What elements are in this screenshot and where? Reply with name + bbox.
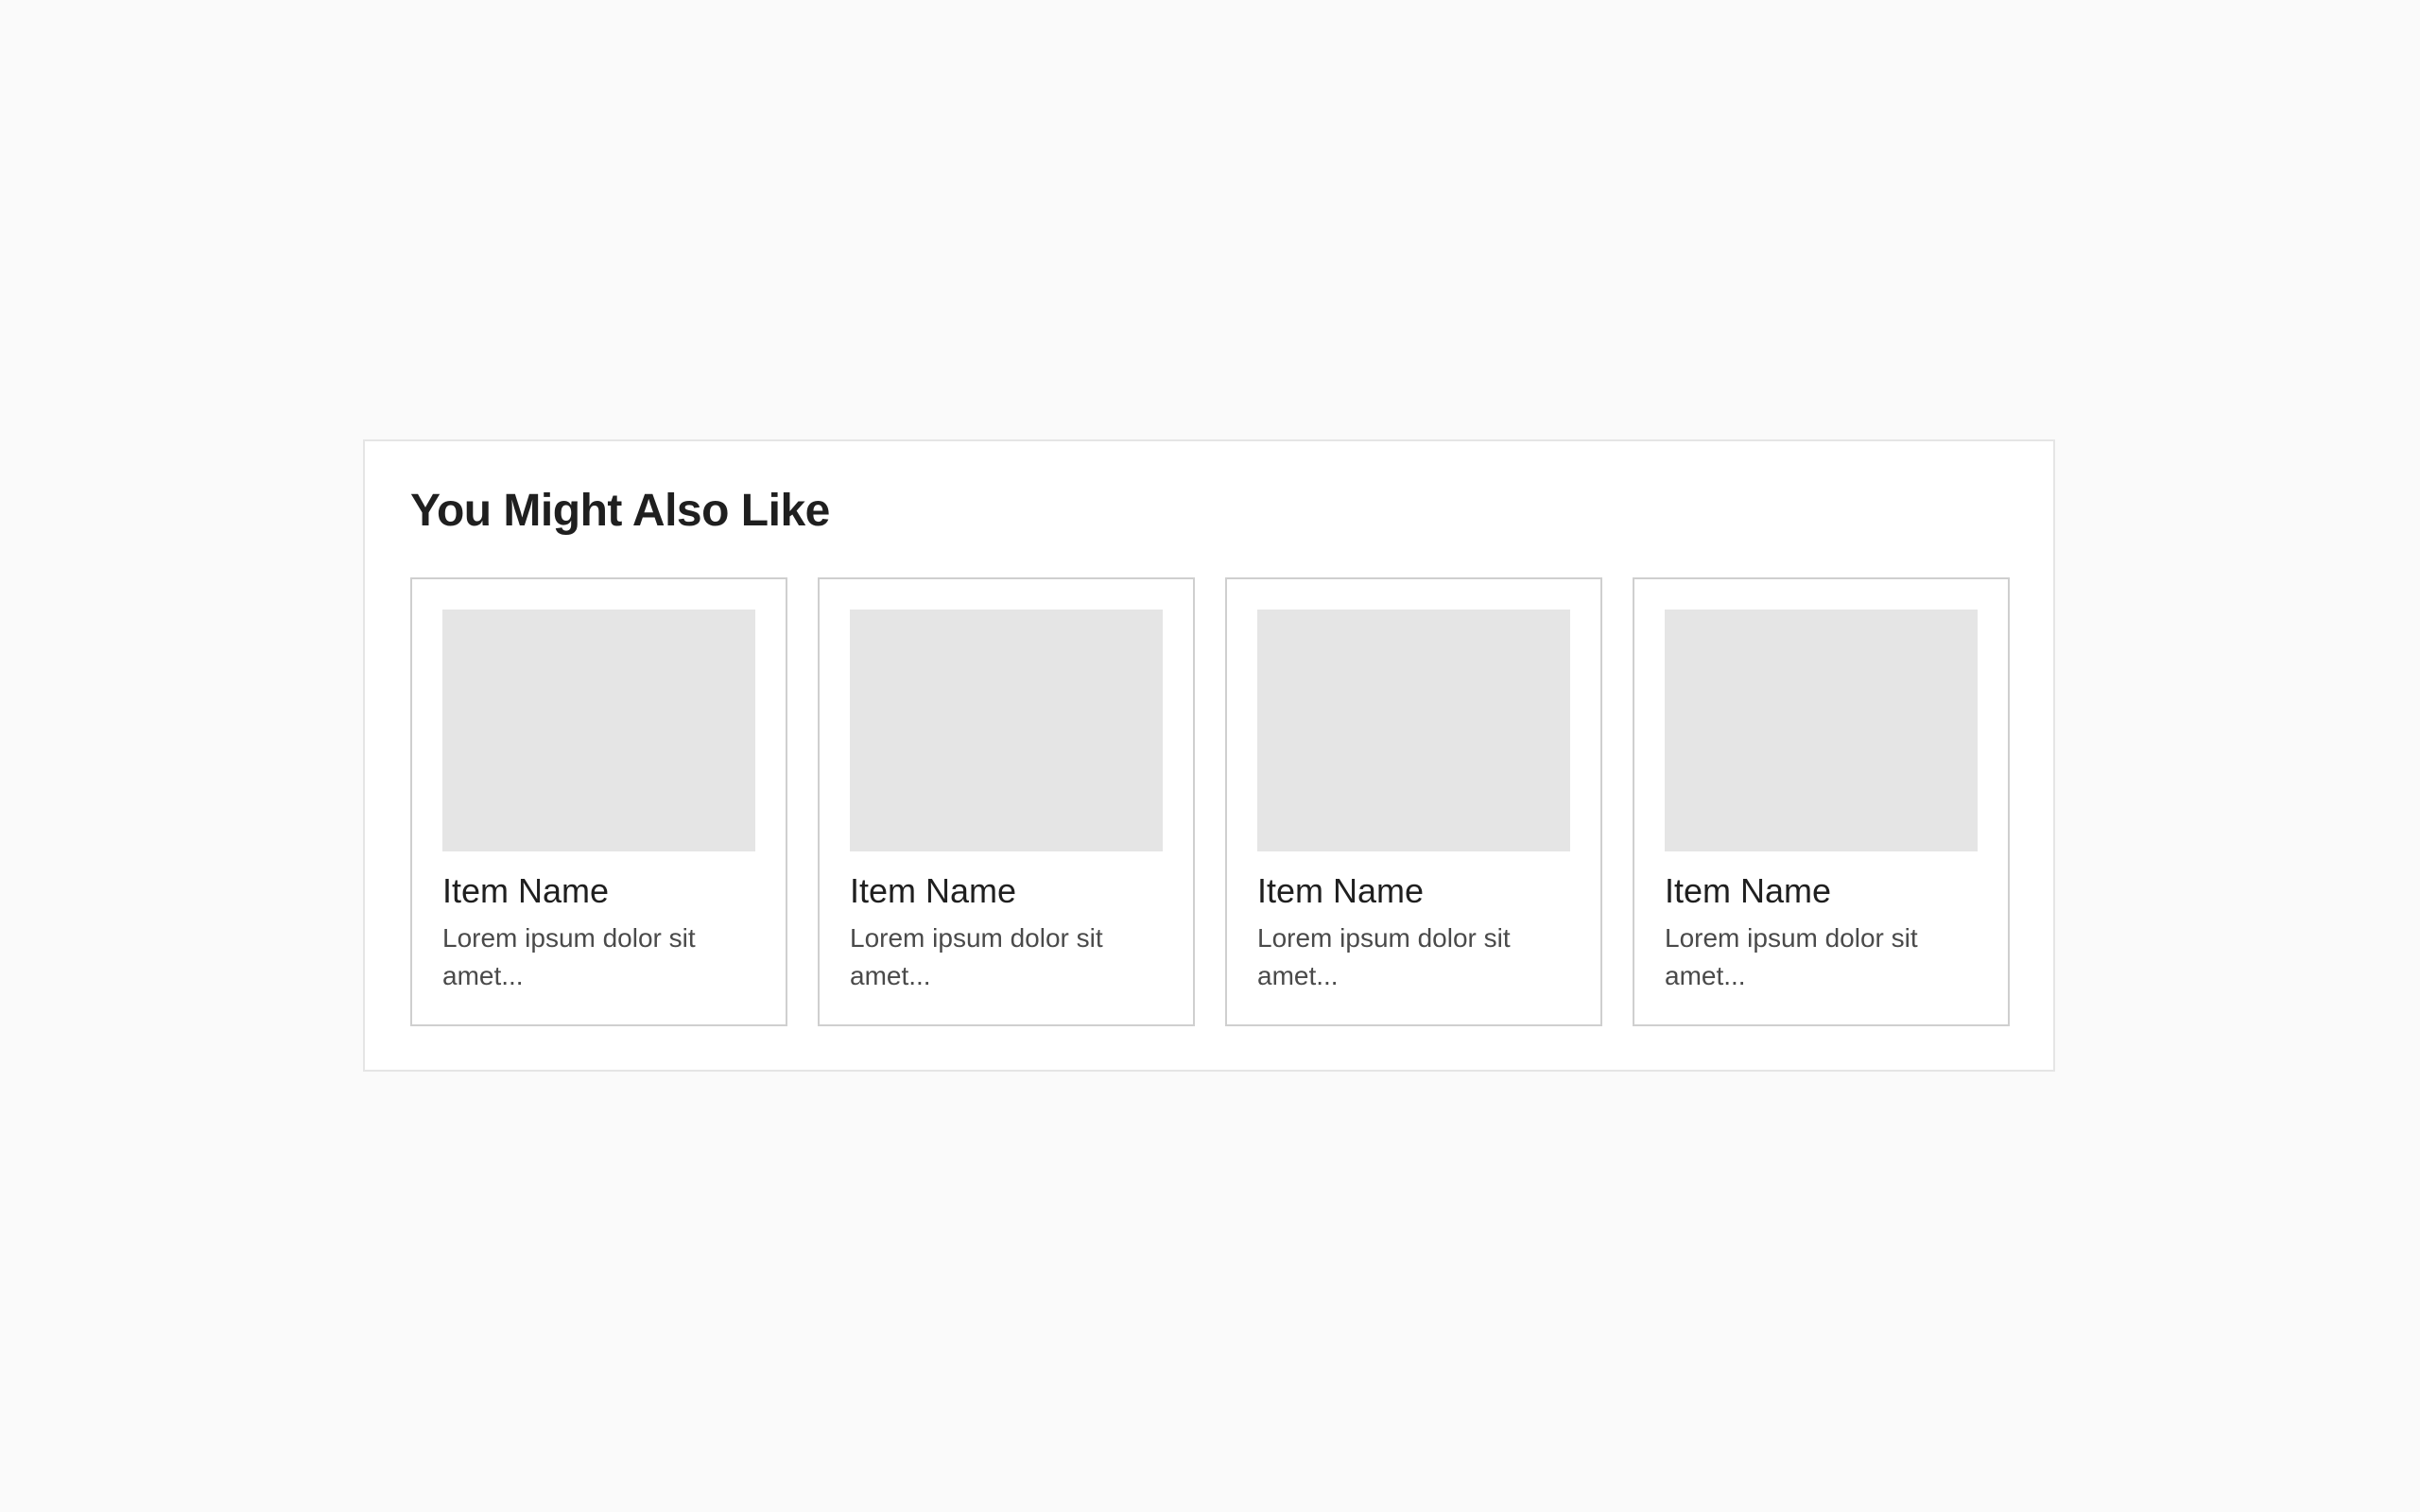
item-image-placeholder bbox=[442, 610, 755, 851]
item-description: Lorem ipsum dolor sit amet... bbox=[1257, 922, 1511, 990]
item-name: Item Name bbox=[1665, 871, 1832, 910]
item-image-placeholder bbox=[850, 610, 1163, 851]
item-name: Item Name bbox=[442, 871, 610, 910]
item-image-placeholder bbox=[1665, 610, 1978, 851]
item-image-placeholder bbox=[1257, 610, 1570, 851]
recommendation-card[interactable]: Item Name Lorem ipsum dolor sit amet... bbox=[1225, 577, 1602, 1026]
recommendations-panel: You Might Also Like Item Name Lorem ipsu… bbox=[363, 439, 2055, 1072]
recommendation-card[interactable]: Item Name Lorem ipsum dolor sit amet... bbox=[410, 577, 787, 1026]
item-name: Item Name bbox=[850, 871, 1017, 910]
recommendation-card[interactable]: Item Name Lorem ipsum dolor sit amet... bbox=[818, 577, 1195, 1026]
item-description: Lorem ipsum dolor sit amet... bbox=[850, 922, 1103, 990]
recommendation-list: Item Name Lorem ipsum dolor sit amet... … bbox=[410, 577, 2010, 1026]
section-title: You Might Also Like bbox=[410, 486, 830, 536]
item-description: Lorem ipsum dolor sit amet... bbox=[1665, 922, 1918, 990]
recommendation-card[interactable]: Item Name Lorem ipsum dolor sit amet... bbox=[1633, 577, 2010, 1026]
item-name: Item Name bbox=[1257, 871, 1425, 910]
item-description: Lorem ipsum dolor sit amet... bbox=[442, 922, 696, 990]
